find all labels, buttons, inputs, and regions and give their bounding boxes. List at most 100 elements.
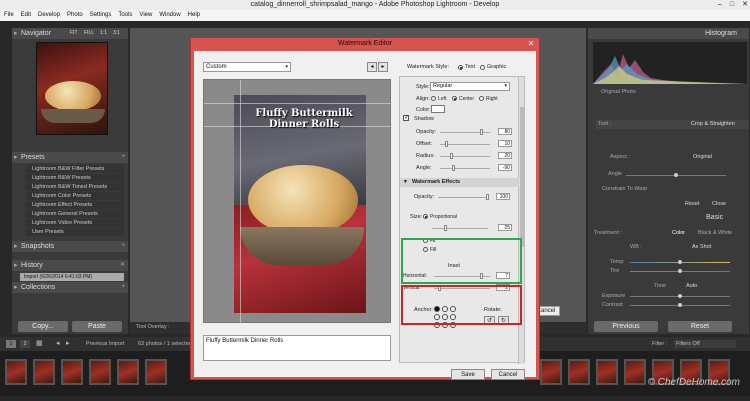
- menu-tools[interactable]: Tools: [118, 10, 132, 21]
- shadow-offset-slider[interactable]: [440, 141, 490, 147]
- menu-develop[interactable]: Develop: [38, 10, 60, 21]
- snapshots-header[interactable]: Snapshots +: [12, 241, 128, 252]
- align-center-radio[interactable]: [452, 96, 457, 101]
- tint-slider[interactable]: [630, 269, 730, 273]
- add-preset-icon[interactable]: +: [121, 152, 125, 163]
- effects-opacity-slider[interactable]: [438, 194, 489, 200]
- next-image-button[interactable]: ▸: [378, 62, 388, 72]
- maximize-icon[interactable]: □: [730, 0, 734, 10]
- style-graphic-radio[interactable]: [480, 65, 485, 70]
- effects-opacity-value[interactable]: 100: [496, 193, 510, 200]
- filmstrip-thumbnail[interactable]: [89, 359, 111, 385]
- histogram-header[interactable]: Histogram: [588, 28, 749, 39]
- shadow-angle-value[interactable]: -90: [498, 164, 512, 171]
- add-snapshot-icon[interactable]: +: [121, 241, 125, 252]
- crop-reset-button[interactable]: Reset: [685, 201, 699, 207]
- watermark-text-overlay[interactable]: Fluffy Buttermilk Dinner Rolls: [242, 108, 366, 130]
- size-proportional-radio[interactable]: [423, 214, 428, 219]
- grid-icon[interactable]: ▦: [36, 339, 43, 347]
- aspect-value[interactable]: Original: [693, 154, 712, 160]
- filmstrip-thumbnail[interactable]: [596, 359, 618, 385]
- filmstrip-thumbnail[interactable]: [145, 359, 167, 385]
- presets-header[interactable]: Presets +: [12, 152, 128, 163]
- auto-tone-button[interactable]: Auto: [686, 283, 697, 289]
- treatment-bw[interactable]: Black & White: [698, 230, 732, 236]
- original-photo-label[interactable]: Original Photo: [601, 89, 636, 95]
- previous-image-button[interactable]: ◂: [367, 62, 377, 72]
- add-collection-icon[interactable]: +: [121, 282, 125, 293]
- preset-folder[interactable]: Lightroom General Presets: [26, 210, 124, 218]
- menu-photo[interactable]: Photo: [67, 10, 83, 21]
- preset-folder[interactable]: Lightroom B&W Filter Presets: [26, 165, 124, 173]
- preset-folder[interactable]: Lightroom Video Presets: [26, 219, 124, 227]
- scrollbar-thumb[interactable]: [520, 107, 524, 247]
- preset-folder[interactable]: Lightroom B&W Presets: [26, 174, 124, 182]
- watermark-effects-header[interactable]: ▾ Watermark Effects: [400, 178, 519, 187]
- menu-file[interactable]: File: [4, 10, 14, 21]
- filmstrip-thumbnail[interactable]: [33, 359, 55, 385]
- menu-window[interactable]: Window: [159, 10, 180, 21]
- navigator-header[interactable]: Navigator FIT FILL 1:1 3:1: [12, 28, 128, 39]
- preset-folder[interactable]: Lightroom B&W Toned Presets: [26, 183, 124, 191]
- zoom-fill[interactable]: FILL: [84, 28, 94, 39]
- contrast-slider[interactable]: [630, 303, 730, 307]
- minimize-icon[interactable]: –: [718, 0, 722, 10]
- cancel-button[interactable]: Cancel: [491, 369, 525, 380]
- size-value[interactable]: 25: [498, 224, 512, 231]
- shadow-opacity-value[interactable]: 80: [498, 128, 512, 135]
- navigator-preview[interactable]: [36, 42, 108, 135]
- align-left-radio[interactable]: [431, 96, 436, 101]
- filmstrip-thumbnail[interactable]: [624, 359, 646, 385]
- constrain-label[interactable]: Constrain To Warp: [602, 186, 647, 192]
- page-1-button[interactable]: 1: [6, 340, 16, 348]
- menu-view[interactable]: View: [139, 10, 152, 21]
- wb-value[interactable]: As Shot: [692, 244, 711, 250]
- angle-slider[interactable]: [626, 173, 726, 177]
- filmstrip-thumbnail[interactable]: [568, 359, 590, 385]
- zoom-fit[interactable]: FIT: [70, 28, 78, 39]
- menu-help[interactable]: Help: [188, 10, 200, 21]
- preset-select[interactable]: Custom ▾: [203, 62, 291, 72]
- history-header[interactable]: History ✕: [12, 260, 128, 271]
- page-2-button[interactable]: 2: [20, 340, 30, 348]
- exposure-slider[interactable]: [630, 294, 730, 298]
- save-button[interactable]: Save: [451, 369, 485, 380]
- treatment-color[interactable]: Color: [672, 230, 685, 236]
- preset-folder[interactable]: Lightroom Effect Presets: [26, 201, 124, 209]
- filter-select[interactable]: Filters Off: [674, 340, 736, 348]
- crop-close-button[interactable]: Close: [712, 201, 726, 207]
- shadow-offset-value[interactable]: 10: [498, 140, 512, 147]
- filmstrip-source[interactable]: Previous Import: [86, 341, 125, 347]
- dialog-close-icon[interactable]: ✕: [523, 38, 539, 49]
- copy-button[interactable]: Copy...: [18, 321, 68, 332]
- font-style-select[interactable]: Regular ▾: [430, 82, 510, 91]
- reset-button[interactable]: Reset: [668, 321, 732, 332]
- zoom-3-1[interactable]: 3:1: [113, 28, 120, 39]
- filmstrip-thumbnail[interactable]: [540, 359, 562, 385]
- filmstrip-thumbnail[interactable]: [61, 359, 83, 385]
- forward-arrow-icon[interactable]: ▸: [66, 339, 70, 347]
- basic-header[interactable]: Basic: [706, 214, 723, 221]
- filmstrip-thumbnail[interactable]: [5, 359, 27, 385]
- clear-history-icon[interactable]: ✕: [120, 260, 125, 271]
- collections-header[interactable]: Collections +: [12, 282, 128, 293]
- zoom-1-1[interactable]: 1:1: [100, 28, 107, 39]
- temp-slider[interactable]: [630, 260, 730, 264]
- history-item[interactable]: Import (6/26/2014 6:41:03 PM): [20, 273, 124, 281]
- watermark-text-input[interactable]: Fluffy Buttermilk Dinner Rolls: [203, 335, 391, 361]
- back-arrow-icon[interactable]: ◂: [56, 339, 60, 347]
- size-slider[interactable]: [432, 225, 488, 231]
- shadow-radius-value[interactable]: 20: [498, 152, 512, 159]
- shadow-radius-slider[interactable]: [440, 153, 490, 159]
- filmstrip-thumbnail[interactable]: [117, 359, 139, 385]
- paste-button[interactable]: Paste: [72, 321, 122, 332]
- menu-edit[interactable]: Edit: [21, 10, 31, 21]
- crop-header[interactable]: Tool : Crop & Straighten: [596, 120, 749, 129]
- shadow-checkbox[interactable]: ✓: [403, 115, 409, 121]
- shadow-opacity-slider[interactable]: [440, 129, 490, 135]
- align-right-radio[interactable]: [479, 96, 484, 101]
- preset-folder[interactable]: User Presets: [26, 228, 124, 236]
- shadow-angle-slider[interactable]: [440, 165, 490, 171]
- previous-button[interactable]: Previous: [594, 321, 658, 332]
- preset-folder[interactable]: Lightroom Color Presets: [26, 192, 124, 200]
